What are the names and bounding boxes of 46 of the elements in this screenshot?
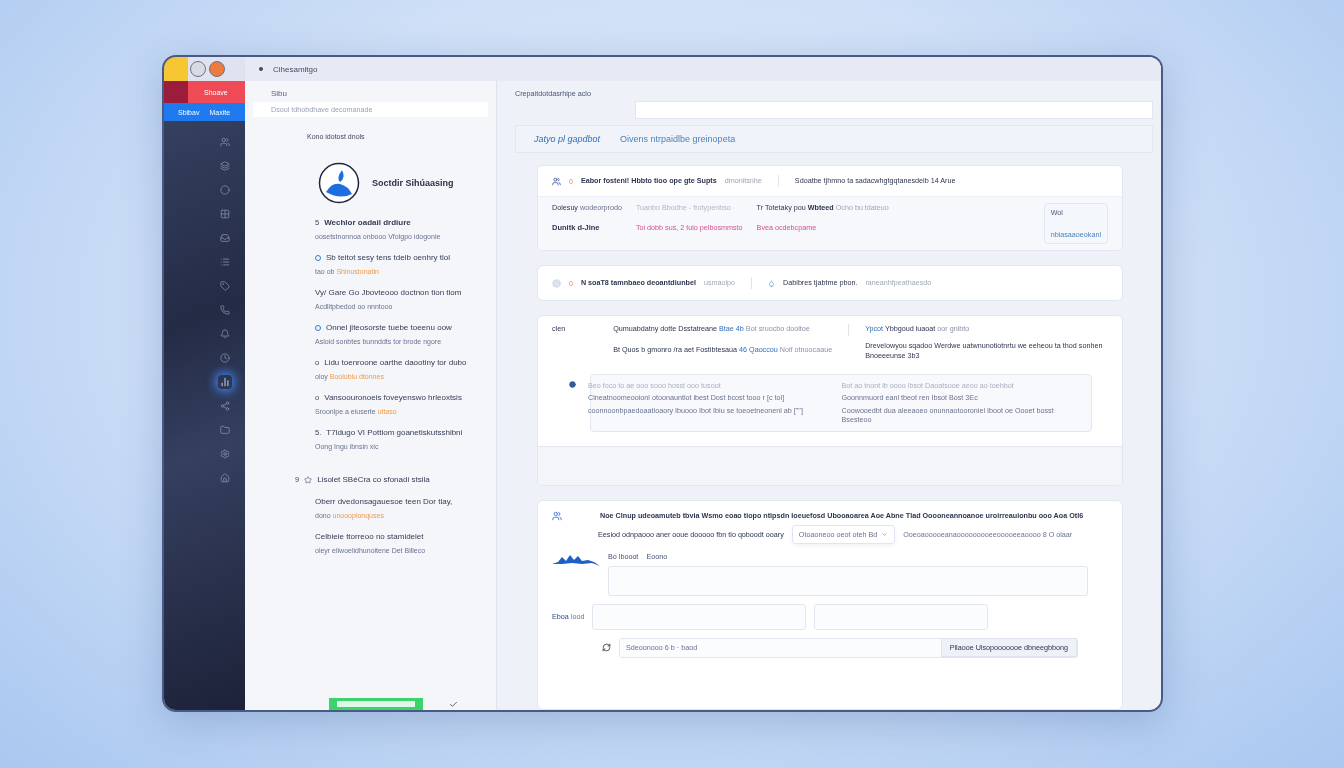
nav-icon[interactable] [218,399,232,413]
tab[interactable]: Oivens ntrpaidlbe greinopeta [620,134,736,144]
check-icon[interactable] [449,699,458,709]
nav-icon[interactable] [218,159,232,173]
panel-header: Sibu [270,89,288,100]
refresh-icon[interactable] [602,643,611,653]
item-title: Vy/ Gare Go Jbovteooo doctnon tion tlom [315,288,462,297]
nav-icon[interactable] [218,471,232,485]
input-field[interactable] [592,603,807,630]
nav-icon[interactable] [218,375,232,389]
item-title: Lisolet SBéCra co sfonadi stsila [317,475,430,484]
nav-icon[interactable] [218,303,232,317]
avatar[interactable] [209,61,225,77]
dot-icon [569,381,576,389]
tab[interactable]: Jatyo pl gapdbot [534,134,601,144]
profile-name: Soctdir Sihúaasing [372,178,454,188]
nav-icon[interactable] [218,255,232,269]
droplet-icon [768,279,776,287]
droplet-logo-icon [318,162,360,204]
avatar[interactable] [190,61,206,77]
nav-icon[interactable] [218,231,232,245]
nav-icon[interactable] [218,135,232,149]
nav-icon[interactable] [218,423,232,437]
nav-icon[interactable] [218,183,232,197]
search-field[interactable] [635,101,1153,119]
item-title: Sb teitot sesy tens tdeib oenhry tlol [326,253,451,262]
users-icon [552,511,562,521]
circle-icon [552,278,561,288]
window-title: Cihesamitgo [273,64,318,74]
item-title: Onnel jiteosorste tuebe toeenu oow [326,323,452,332]
nav-icon[interactable] [218,279,232,293]
caret-icon [881,531,889,539]
input-field[interactable] [608,565,1088,596]
nav-icon[interactable] [218,447,232,461]
item-title: Vansoouronoeis foveyenswo hrleoxtsis [324,393,462,402]
item-title: Celbieie ttorreoo no stamideiet [315,532,424,541]
item-title: Oberr dvedonsagauesoe teen Dor tlay, [315,497,453,506]
nav-icon[interactable] [218,207,232,221]
item-title: Wechlor oadail drdiure [324,218,411,227]
input-field[interactable] [814,603,989,630]
item-title: Lidu toenroone oarthe daootiny tor dubo [324,358,467,367]
users-icon [552,176,561,186]
item-title: T7ldugo VI Pottiom goanetiskutsshibni [326,428,463,437]
nav-icon[interactable] [218,327,232,341]
progress-button[interactable] [329,698,423,710]
nav-icon[interactable] [218,351,232,365]
